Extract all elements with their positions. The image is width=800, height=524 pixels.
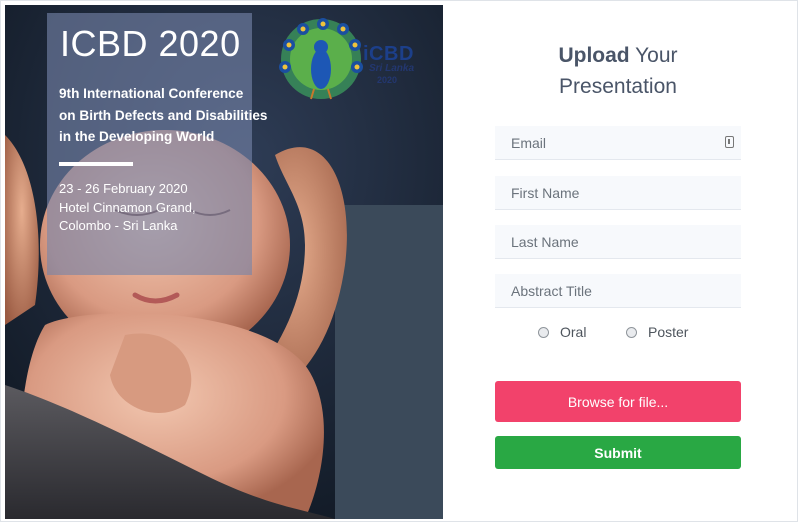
poster-title: ICBD 2020: [60, 23, 241, 64]
conference-poster: ICBD 2020 9th International Conference o…: [5, 5, 443, 519]
radio-oral-label: Oral: [560, 324, 587, 340]
first-name-field[interactable]: [495, 176, 741, 209]
contact-card-icon: [725, 136, 734, 148]
email-field[interactable]: [495, 126, 741, 159]
poster-event-details: 23 - 26 February 2020 Hotel Cinnamon Gra…: [59, 180, 196, 236]
last-name-field[interactable]: [495, 225, 741, 258]
poster-subtitle: 9th International Conference on Birth De…: [59, 83, 268, 148]
first-name-field-wrapper: [495, 176, 741, 210]
email-field-wrapper: [495, 126, 741, 160]
poster-subtitle-line: in the Developing World: [59, 129, 215, 144]
heading-rest: Your: [629, 44, 678, 67]
submit-button[interactable]: Submit: [495, 436, 741, 469]
last-name-field-wrapper: [495, 225, 741, 259]
abstract-title-field[interactable]: [495, 274, 741, 307]
logo-year-text: 2020: [377, 75, 398, 85]
form-heading: Upload Your Presentation: [494, 40, 742, 102]
radio-button-icon[interactable]: [538, 326, 549, 338]
poster-dates: 23 - 26 February 2020: [59, 181, 188, 196]
poster-subtitle-line: on Birth Defects and Disabilities: [59, 107, 268, 123]
poster-venue-line2: Colombo - Sri Lanka: [59, 218, 178, 233]
poster-subtitle-line: 9th International Conference: [59, 86, 244, 101]
poster-venue-line1: Hotel Cinnamon Grand,: [59, 199, 196, 215]
radio-poster[interactable]: Poster: [626, 324, 688, 340]
heading-bold-word: Upload: [558, 44, 630, 67]
heading-line2: Presentation: [559, 75, 677, 98]
radio-oral[interactable]: Oral: [538, 324, 586, 340]
poster-divider: [59, 162, 133, 166]
radio-poster-label: Poster: [648, 324, 689, 340]
browse-file-button[interactable]: Browse for file...: [495, 381, 741, 422]
logo-country-text: Sri Lanka: [369, 63, 415, 74]
abstract-title-field-wrapper: [495, 274, 741, 308]
radio-button-icon[interactable]: [626, 326, 637, 338]
